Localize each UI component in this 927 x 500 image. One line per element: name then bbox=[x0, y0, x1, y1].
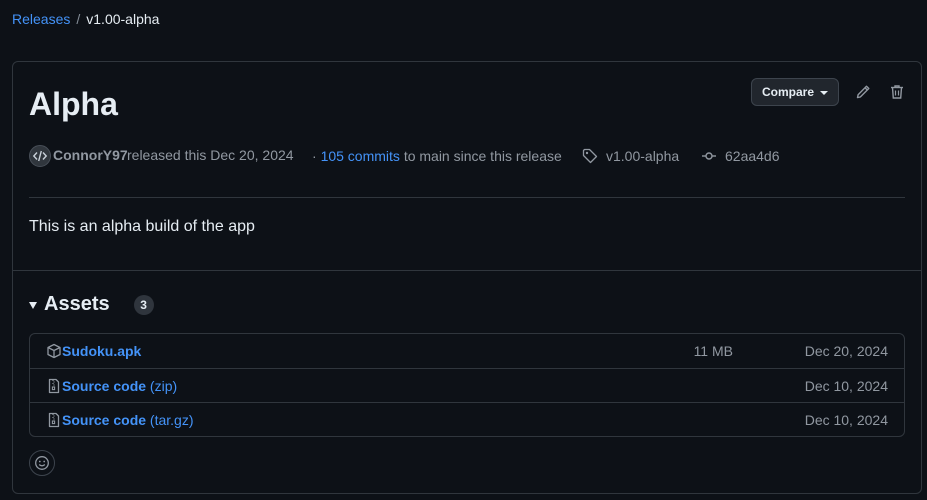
asset-date: Dec 10, 2024 bbox=[804, 378, 888, 394]
release-meta: ConnorY97 released this Dec 20, 2024 · 1… bbox=[29, 145, 905, 167]
author-link[interactable]: ConnorY97 bbox=[53, 147, 128, 163]
file-zip-icon bbox=[48, 412, 60, 428]
assets-count-badge: 3 bbox=[133, 294, 154, 315]
breadcrumb-current: v1.00-alpha bbox=[86, 11, 160, 27]
assets-list: Sudoku.apk 11 MB Dec 20, 2024 Source cod… bbox=[29, 333, 905, 437]
released-text: released this Dec 20, 2024 bbox=[127, 147, 294, 163]
tag-label: v1.00-alpha bbox=[606, 148, 680, 164]
assets-toggle[interactable]: Assets 3 bbox=[29, 293, 154, 316]
asset-link[interactable]: Source code (zip) bbox=[62, 378, 177, 394]
triangle-down-icon bbox=[29, 302, 37, 309]
delete-button[interactable] bbox=[887, 82, 907, 102]
commits-suffix: to main since this release bbox=[403, 148, 562, 164]
divider bbox=[29, 197, 905, 198]
commit-link[interactable]: 62aa4d6 bbox=[701, 148, 780, 164]
asset-format: (tar.gz) bbox=[149, 412, 194, 428]
asset-row: Source code (zip) Dec 10, 2024 bbox=[30, 368, 904, 402]
asset-date: Dec 20, 2024 bbox=[804, 343, 888, 359]
asset-name: Sudoku.apk bbox=[62, 343, 142, 359]
tag-icon bbox=[582, 148, 598, 164]
assets-title: Assets bbox=[44, 293, 110, 315]
package-icon bbox=[47, 343, 61, 359]
asset-row: Sudoku.apk 11 MB Dec 20, 2024 bbox=[30, 334, 904, 368]
asset-link[interactable]: Sudoku.apk bbox=[62, 343, 141, 359]
git-commit-icon bbox=[702, 152, 716, 160]
pencil-icon bbox=[856, 85, 870, 99]
asset-format: (zip) bbox=[149, 378, 178, 394]
commits-info: · 105 commits to main since this release bbox=[312, 148, 562, 164]
avatar[interactable] bbox=[29, 145, 51, 167]
compare-label: Compare bbox=[761, 85, 814, 99]
breadcrumb-separator: / bbox=[76, 11, 81, 27]
breadcrumb-releases-link[interactable]: Releases bbox=[12, 11, 70, 27]
release-title: Alpha bbox=[29, 86, 118, 122]
asset-name: Source code bbox=[62, 412, 147, 428]
caret-down-icon bbox=[820, 90, 828, 95]
edit-button[interactable] bbox=[853, 82, 873, 102]
trash-icon bbox=[891, 85, 903, 99]
commits-link[interactable]: 105 commits bbox=[321, 148, 400, 164]
release-actions: Compare bbox=[750, 78, 907, 106]
code-avatar-icon bbox=[32, 150, 48, 162]
asset-name: Source code bbox=[62, 378, 147, 394]
release-notes: This is an alpha build of the app bbox=[29, 218, 255, 235]
smiley-icon bbox=[35, 456, 49, 470]
add-reaction-button[interactable] bbox=[29, 450, 55, 476]
asset-row: Source code (tar.gz) Dec 10, 2024 bbox=[30, 402, 904, 436]
compare-button[interactable]: Compare bbox=[750, 78, 839, 106]
asset-link[interactable]: Source code (tar.gz) bbox=[62, 412, 194, 428]
breadcrumb: Releases / v1.00-alpha bbox=[12, 11, 159, 27]
file-zip-icon bbox=[48, 378, 60, 394]
release-card: Alpha Compare ConnorY97 released this De… bbox=[12, 61, 922, 494]
commits-dot: · bbox=[312, 148, 317, 164]
commit-sha: 62aa4d6 bbox=[725, 148, 780, 164]
asset-size: 11 MB bbox=[693, 343, 733, 359]
asset-date: Dec 10, 2024 bbox=[804, 412, 888, 428]
tag-link[interactable]: v1.00-alpha bbox=[582, 148, 679, 164]
divider bbox=[13, 270, 921, 271]
